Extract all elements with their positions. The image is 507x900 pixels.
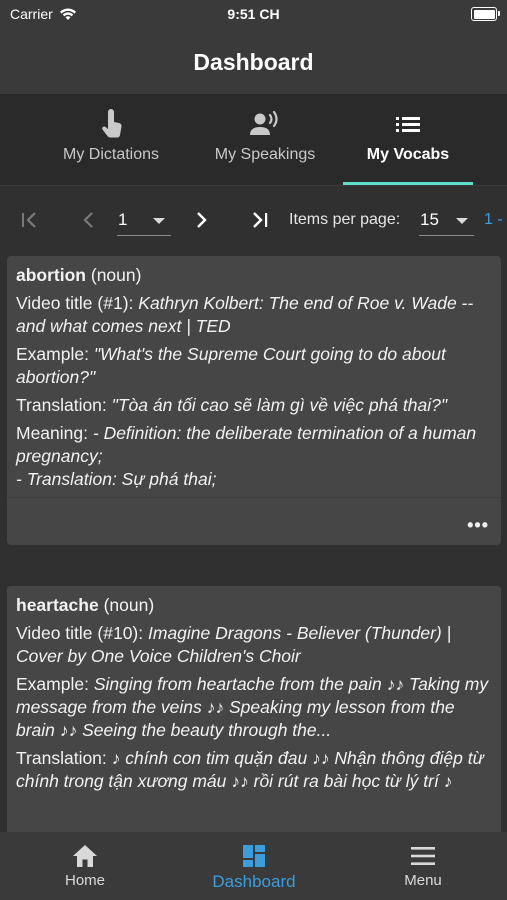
card-actions: ••• [7,497,501,545]
vocab-list: abortion (noun) Video title (#1): Kathry… [0,252,507,832]
pagination-bar: 1 Items per page: 15 1 - [0,186,507,252]
voice-icon [250,110,278,135]
vocab-heading: abortion (noun) [16,264,492,287]
video-title-row: Video title (#10): Imagine Dragons - Bel… [16,622,492,668]
video-title-label: Video title (#1): [16,293,134,313]
nav-menu[interactable]: Menu [383,832,463,900]
tab-bar: My Dictations My Speakings My Vocabs [0,94,507,186]
touch-icon [102,109,122,138]
translation-row: Translation: ♪ chính con tim quặn đau ♪♪… [16,747,492,793]
vocab-word: abortion [16,265,86,285]
tab-label: My Vocabs [366,146,450,163]
translation-label: Translation: [16,395,107,415]
nav-dashboard[interactable]: Dashboard [198,832,310,900]
nav-label: Menu [404,872,442,889]
tab-my-speakings[interactable]: My Speakings [201,94,329,186]
items-per-page-value: 15 [420,210,439,229]
tab-label: My Dictations [62,146,160,163]
nav-home[interactable]: Home [45,832,125,900]
first-page-icon[interactable] [17,207,43,233]
next-page-icon[interactable] [188,207,214,233]
meaning-label: Meaning: [16,423,88,443]
range-label: 1 - [484,211,503,228]
page-select-value: 1 [118,210,128,229]
nav-label: Dashboard [212,872,296,891]
tab-label: My Speakings [214,146,316,163]
part-of-speech: (noun) [103,595,155,615]
part-of-speech: (noun) [90,265,142,285]
meaning-translation: - Translation: Sự phá thai; [16,469,217,489]
vocab-word: heartache [16,595,99,615]
vocab-card: heartache (noun) Video title (#10): Imag… [7,586,501,832]
bottom-nav: Home Dashboard Menu [0,832,507,900]
vocab-card: abortion (noun) Video title (#1): Kathry… [7,256,501,545]
example-row: Example: "What's the Supreme Court going… [16,343,492,389]
vocab-heading: heartache (noun) [16,594,492,617]
items-per-page-label: Items per page: [289,211,401,228]
video-title-label: Video title (#10): [16,623,144,643]
last-page-icon[interactable] [247,207,273,233]
tab-indicator [343,182,473,185]
app-bar: Dashboard [0,30,507,94]
chevron-down-icon [456,218,468,224]
example-label: Example: [16,344,89,364]
home-icon [73,845,97,867]
dashboard-icon [243,845,265,867]
tab-my-vocabs[interactable]: My Vocabs [343,94,473,186]
page-select[interactable]: 1 [117,208,171,236]
page-title: Dashboard [193,48,314,75]
translation-label: Translation: [16,748,107,768]
tab-my-dictations[interactable]: My Dictations [50,94,172,186]
battery-icon [471,7,500,21]
translation-row: Translation: "Tòa án tối cao sẽ làm gì v… [16,394,492,417]
more-options-icon[interactable]: ••• [467,514,489,537]
clock: 9:51 CH [227,6,280,22]
video-title-row: Video title (#1): Kathryn Kolbert: The e… [16,292,492,338]
previous-page-icon[interactable] [76,207,102,233]
translation-text: "Tòa án tối cao sẽ làm gì về việc phá th… [111,395,448,415]
items-per-page-select[interactable]: 15 [419,208,474,236]
meaning-row: Meaning: - Definition: the deliberate te… [16,422,492,491]
menu-icon [411,847,435,865]
nav-label: Home [64,872,105,889]
status-bar: Carrier 9:51 CH [0,0,507,30]
example-row: Example: Singing from heartache from the… [16,673,492,742]
list-icon [396,117,420,132]
example-label: Example: [16,674,89,694]
chevron-down-icon [153,218,165,224]
